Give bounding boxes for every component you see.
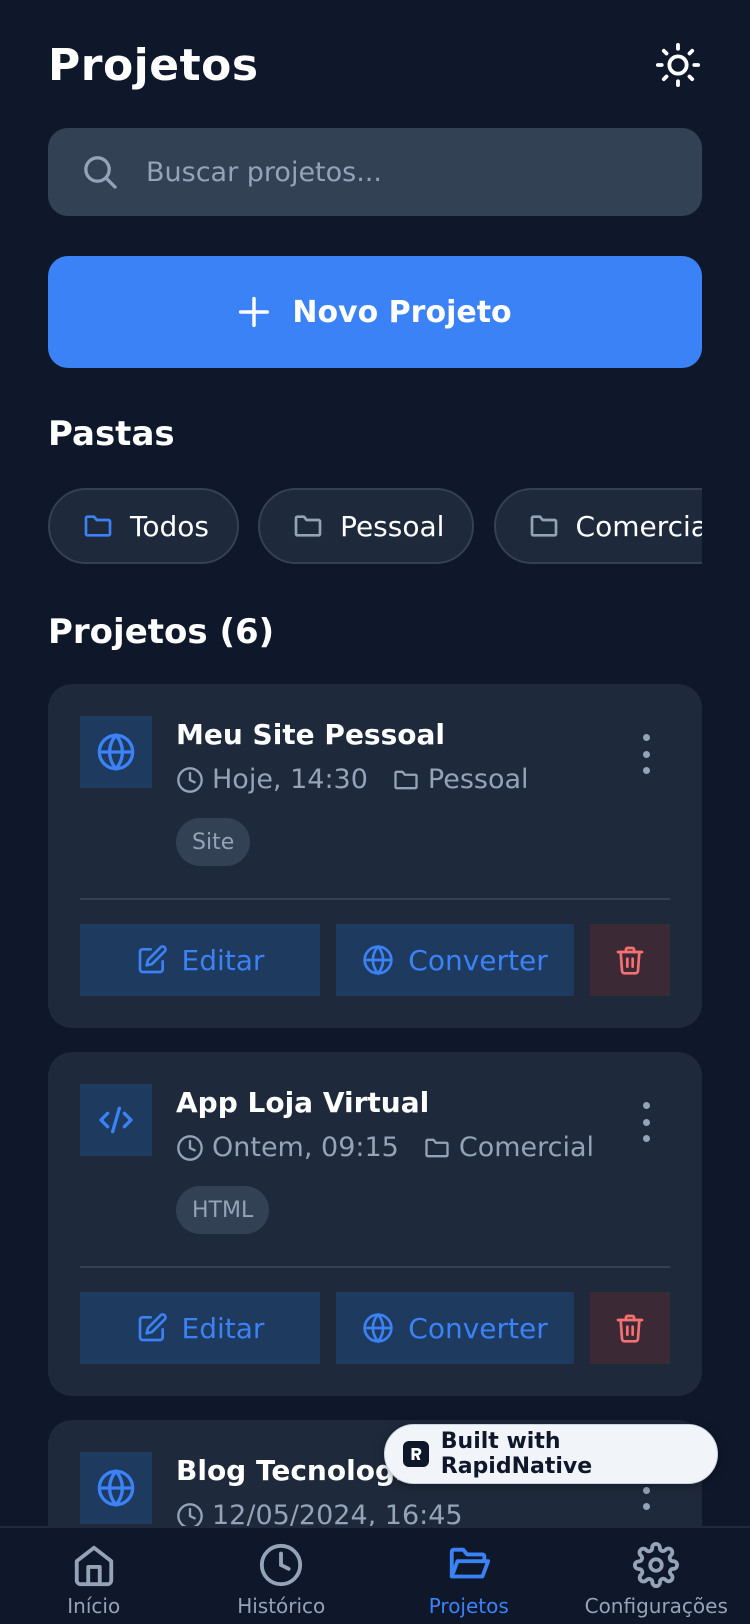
badge-label: Built with RapidNative xyxy=(440,1429,593,1479)
folder-icon xyxy=(84,515,112,537)
convert-label: Converter xyxy=(408,1311,548,1345)
project-card[interactable]: App Loja Virtual Ontem, 09:15 Comercial … xyxy=(48,1052,702,1396)
nav-item-projetos[interactable]: Projetos xyxy=(375,1528,563,1624)
folder-chip-label: Todos xyxy=(130,509,209,543)
folder-icon xyxy=(425,1138,449,1157)
search-input[interactable] xyxy=(146,156,626,188)
project-thumbnail xyxy=(80,1084,152,1156)
folder-open-icon xyxy=(449,1547,490,1579)
folder-chip-comercial[interactable]: Comercial xyxy=(493,488,702,564)
project-card[interactable]: Meu Site Pessoal Hoje, 14:30 Pessoal Sit… xyxy=(48,684,702,1028)
folder-chip-todos[interactable]: Todos xyxy=(48,488,239,564)
plus-icon xyxy=(239,296,270,328)
convert-button[interactable]: Converter xyxy=(336,1292,574,1364)
folder-icon xyxy=(294,515,322,537)
convert-label: Converter xyxy=(408,943,548,977)
globe-icon xyxy=(363,944,393,976)
trash-icon xyxy=(616,946,644,975)
nav-label: Início xyxy=(67,1594,121,1618)
globe-icon xyxy=(97,732,135,772)
nav-item-historico[interactable]: Histórico xyxy=(188,1528,376,1624)
edit-label: Editar xyxy=(181,1311,265,1345)
project-tag: Site xyxy=(176,818,251,866)
sun-icon xyxy=(655,42,701,88)
divider xyxy=(80,1266,670,1268)
more-options-icon[interactable] xyxy=(634,1102,658,1142)
theme-toggle-button[interactable] xyxy=(654,41,702,89)
globe-icon xyxy=(97,1468,135,1508)
project-date: Hoje, 14:30 xyxy=(212,764,368,795)
project-thumbnail xyxy=(80,1452,152,1524)
folder-chip-pessoal[interactable]: Pessoal xyxy=(258,488,475,564)
folder-chips: Todos Pessoal Comercial xyxy=(48,488,702,564)
project-date: Ontem, 09:15 xyxy=(212,1132,399,1163)
edit-button[interactable]: Editar xyxy=(80,924,320,996)
delete-button[interactable] xyxy=(590,924,670,996)
project-actions: Editar Converter xyxy=(80,1292,670,1364)
nav-label: Projetos xyxy=(428,1594,509,1618)
more-options-icon[interactable] xyxy=(634,734,658,774)
folders-title: Pastas xyxy=(48,414,175,454)
clock-icon xyxy=(177,1134,203,1161)
settings-icon xyxy=(633,1542,680,1588)
project-meta: Ontem, 09:15 Comercial xyxy=(176,1132,594,1163)
edit-icon xyxy=(138,1313,167,1342)
new-project-label: Novo Projeto xyxy=(292,294,512,330)
nav-label: Histórico xyxy=(237,1594,326,1618)
divider xyxy=(80,898,670,900)
search-bar[interactable] xyxy=(48,128,702,216)
page-title: Projetos xyxy=(48,39,259,91)
project-actions: Editar Converter xyxy=(80,924,670,996)
project-tag: HTML xyxy=(176,1186,270,1234)
search-icon xyxy=(84,156,117,189)
project-folder: Comercial xyxy=(458,1132,595,1163)
trash-icon xyxy=(616,1314,644,1343)
clock-icon xyxy=(260,1543,303,1587)
nav-item-inicio[interactable]: Início xyxy=(0,1528,188,1624)
delete-button[interactable] xyxy=(590,1292,670,1364)
nav-label: Configurações xyxy=(584,1594,728,1618)
projects-title: Projetos (6) xyxy=(48,612,275,652)
project-name: Meu Site Pessoal xyxy=(176,718,445,751)
globe-icon xyxy=(363,1312,393,1344)
edit-label: Editar xyxy=(181,943,265,977)
project-folder: Pessoal xyxy=(427,764,529,795)
folder-chip-label: Pessoal xyxy=(340,509,445,543)
nav-item-configuracoes[interactable]: Configurações xyxy=(563,1528,750,1624)
rapidnative-logo-icon xyxy=(403,1441,429,1467)
project-thumbnail xyxy=(80,716,152,788)
folder-icon xyxy=(394,770,418,789)
project-meta: Hoje, 14:30 Pessoal xyxy=(176,764,529,795)
edit-icon xyxy=(138,945,167,974)
project-name: App Loja Virtual xyxy=(176,1086,430,1119)
folder-chip-label: Comercial xyxy=(575,509,702,543)
built-with-badge[interactable]: Built with RapidNative xyxy=(384,1424,718,1484)
convert-button[interactable]: Converter xyxy=(336,924,574,996)
bottom-nav: Início Histórico Projetos Configurações xyxy=(0,1526,750,1624)
edit-button[interactable]: Editar xyxy=(80,1292,320,1364)
folder-icon xyxy=(530,515,557,537)
clock-icon xyxy=(177,766,203,793)
header: Projetos xyxy=(48,30,702,100)
code-icon xyxy=(99,1106,133,1134)
home-icon xyxy=(74,1545,113,1587)
new-project-button[interactable]: Novo Projeto xyxy=(48,256,702,368)
